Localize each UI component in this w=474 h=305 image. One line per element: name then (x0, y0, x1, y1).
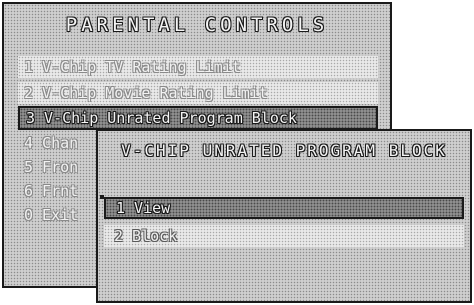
menu-item-unrated-program-block[interactable]: 3 V-Chip Unrated Program Block (18, 106, 378, 130)
option-view[interactable]: 1 View (104, 197, 464, 219)
menu-item-tv-rating-limit[interactable]: 1 V-Chip TV Rating Limit (18, 56, 378, 78)
menu-item-movie-rating-limit[interactable]: 2 V-Chip Movie Rating Limit (18, 82, 378, 104)
unrated-program-block-panel: V-CHIP UNRATED PROGRAM BLOCK 1 View 2 Bl… (96, 129, 472, 303)
unrated-program-block-title: V-CHIP UNRATED PROGRAM BLOCK (121, 141, 447, 160)
parental-controls-title: PARENTAL CONTROLS (65, 14, 329, 36)
option-block[interactable]: 2 Block (104, 225, 464, 247)
